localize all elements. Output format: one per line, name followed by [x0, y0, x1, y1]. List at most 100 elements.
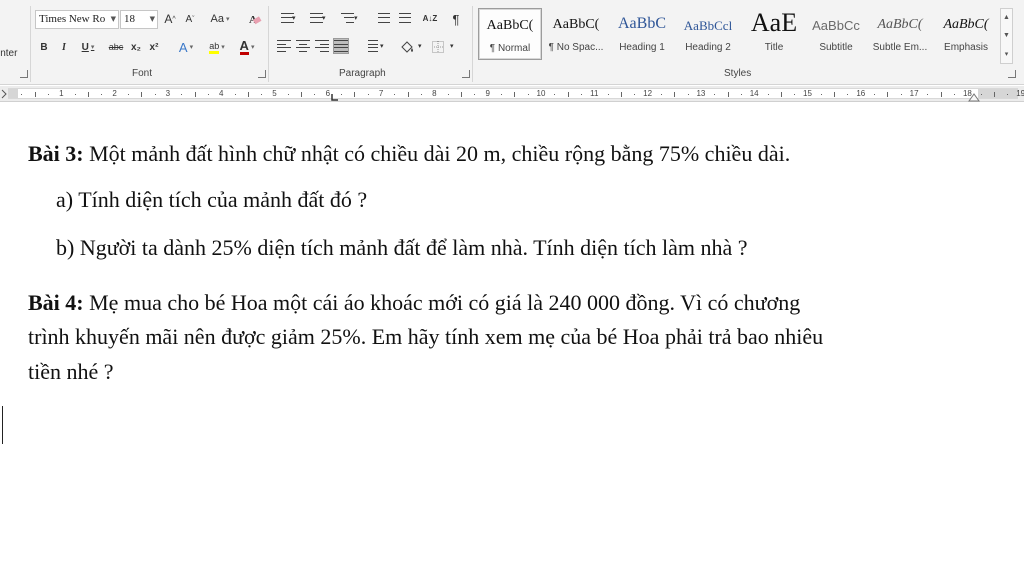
sort-button[interactable]: A↓Z [420, 10, 440, 28]
shading-button[interactable] [398, 38, 416, 56]
style-subtle-emphasis[interactable]: AaBbC( Subtle Em... [868, 8, 932, 60]
chevron-down-icon[interactable]: ▾ [292, 9, 296, 27]
ruler-dot [127, 94, 129, 95]
style-subtitle[interactable]: AaBbCc Subtitle [804, 8, 868, 60]
ruler-number: 5 [272, 89, 277, 98]
ruler-number: 10 [536, 89, 546, 98]
ruler-dot [234, 94, 236, 95]
ruler-dot [101, 94, 103, 95]
increase-indent-button[interactable] [393, 11, 411, 25]
chevron-down-icon[interactable]: ▾ [380, 37, 384, 55]
highlight-button[interactable]: ab [204, 38, 230, 56]
chevron-down-icon[interactable]: ▾ [450, 37, 454, 55]
style-name: Heading 2 [685, 42, 731, 53]
style-name: ¶ Normal [489, 43, 531, 54]
italic-button[interactable]: I [56, 38, 72, 56]
clear-formatting-button[interactable]: A [246, 10, 264, 28]
ruler-dot [980, 94, 982, 95]
styles-dialog-launcher-icon[interactable] [1008, 70, 1016, 78]
justify-button[interactable] [333, 38, 349, 54]
underline-button[interactable]: U [76, 38, 100, 56]
style-sample: AaE [750, 8, 798, 37]
styles-group-label: Styles [724, 68, 752, 79]
align-left-button[interactable] [277, 39, 291, 53]
subscript-button[interactable]: x₂ [128, 38, 144, 56]
tab-selector-icon[interactable] [0, 86, 8, 102]
document-page[interactable]: Bài 3: Một mảnh đất hình chữ nhật có chi… [0, 103, 1024, 578]
ruler-number: 8 [432, 89, 437, 98]
style-no-spacing[interactable]: AaBbC( ¶ No Spac... [544, 8, 608, 60]
ruler-dot [660, 94, 662, 95]
change-case-icon: Aa [210, 13, 224, 25]
style-name: Subtitle [819, 42, 853, 53]
paragraph-dialog-launcher-icon[interactable] [462, 70, 470, 78]
numbering-button[interactable] [305, 11, 323, 25]
chevron-up-icon[interactable]: ▲ [1003, 14, 1010, 21]
superscript-button[interactable]: x² [146, 38, 162, 56]
horizontal-ruler[interactable]: 1 2 3 4 5 6 7 8 9 10 11 12 13 14 15 16 17 18 19 [0, 86, 1024, 102]
exercise-4-line-1[interactable]: Bài 4: Mẹ mua cho bé Hoa một cái áo khoá… [28, 285, 800, 320]
show-formatting-marks-button[interactable]: ¶ [448, 10, 464, 28]
chevron-down-icon[interactable]: ▼ [1003, 32, 1010, 39]
ruler-dot [847, 94, 849, 95]
styles-gallery: AaBbC( ¶ Normal AaBbC( ¶ No Spac... AaBb… [476, 6, 1000, 60]
bold-button[interactable]: B [36, 38, 52, 56]
font-dialog-launcher-icon[interactable] [258, 70, 266, 78]
highlight-icon: ab [209, 41, 220, 54]
tab-stop-marker-icon[interactable] [330, 94, 340, 102]
right-indent-marker-icon[interactable] [968, 92, 980, 102]
font-size-combo[interactable]: 18 ▼ [120, 10, 158, 29]
line-spacing-button[interactable] [362, 39, 378, 53]
ruler-dot [954, 94, 956, 95]
multilevel-list-button[interactable] [336, 11, 354, 25]
ruler-dot [154, 94, 156, 95]
text-effects-button[interactable]: A [174, 38, 198, 56]
font-color-button[interactable]: A [234, 38, 260, 56]
change-case-button[interactable]: Aa [206, 10, 234, 28]
shrink-font-button[interactable]: Aˇ [182, 10, 198, 28]
chevron-down-icon[interactable]: ▾ [322, 9, 326, 27]
ruler-half-tick [727, 92, 729, 97]
align-center-button[interactable] [296, 39, 310, 53]
borders-button[interactable] [430, 38, 446, 56]
ruler-dot [714, 94, 716, 95]
exercise-4-line-3[interactable]: tiền nhé ? [28, 354, 114, 389]
grow-font-button[interactable]: A ^ [162, 10, 178, 28]
ruler-half-tick [141, 92, 143, 97]
style-normal[interactable]: AaBbC( ¶ Normal [478, 8, 542, 60]
strikethrough-button[interactable]: abc [106, 38, 126, 56]
ruler-dot [287, 94, 289, 95]
exercise-3-part-b[interactable]: b) Người ta dành 25% diện tích mảnh đất … [56, 230, 748, 265]
font-name-combo[interactable]: Times New Ro ▼ [35, 10, 119, 29]
style-name: Subtle Em... [872, 42, 928, 53]
decrease-indent-button[interactable] [372, 11, 390, 25]
styles-gallery-scroll[interactable]: ▲ ▼ ▾ [1000, 8, 1013, 64]
exercise-3-statement[interactable]: Bài 3: Một mảnh đất hình chữ nhật có chi… [28, 136, 790, 171]
format-painter-label[interactable]: inter [0, 48, 17, 59]
chevron-down-icon[interactable]: ▾ [418, 37, 422, 55]
style-heading-2[interactable]: AaBbCcl Heading 2 [676, 8, 740, 60]
chevron-down-icon[interactable]: ▾ [354, 9, 358, 27]
exercise-4-line-2[interactable]: trình khuyến mãi nên được giảm 25%. Em h… [28, 319, 823, 354]
ruler-number: 4 [218, 89, 224, 98]
ruler-number: 11 [590, 89, 599, 98]
bold-icon: B [40, 41, 48, 53]
ruler-dot [501, 94, 503, 95]
ruler-dot [367, 94, 369, 95]
ruler-half-tick [834, 92, 836, 97]
more-styles-icon[interactable]: ▾ [1005, 50, 1009, 58]
ruler-dot [874, 94, 876, 95]
clipboard-launcher-icon[interactable] [20, 70, 28, 78]
style-title[interactable]: AaE Title [742, 8, 806, 60]
borders-icon [432, 41, 444, 53]
style-emphasis[interactable]: AaBbC( Emphasis [934, 8, 998, 60]
ruler-dot [181, 94, 183, 95]
align-right-button[interactable] [315, 39, 329, 53]
ruler-margin-right [978, 89, 1018, 98]
ruler-half-tick [940, 92, 942, 97]
exercise-3-part-a[interactable]: a) Tính diện tích của mảnh đất đó ? [56, 182, 367, 217]
exercise-3-label: Bài 3: [28, 141, 84, 166]
ruler-half-tick [301, 92, 303, 97]
ruler-half-tick [994, 92, 996, 97]
style-heading-1[interactable]: AaBbC Heading 1 [610, 8, 674, 60]
